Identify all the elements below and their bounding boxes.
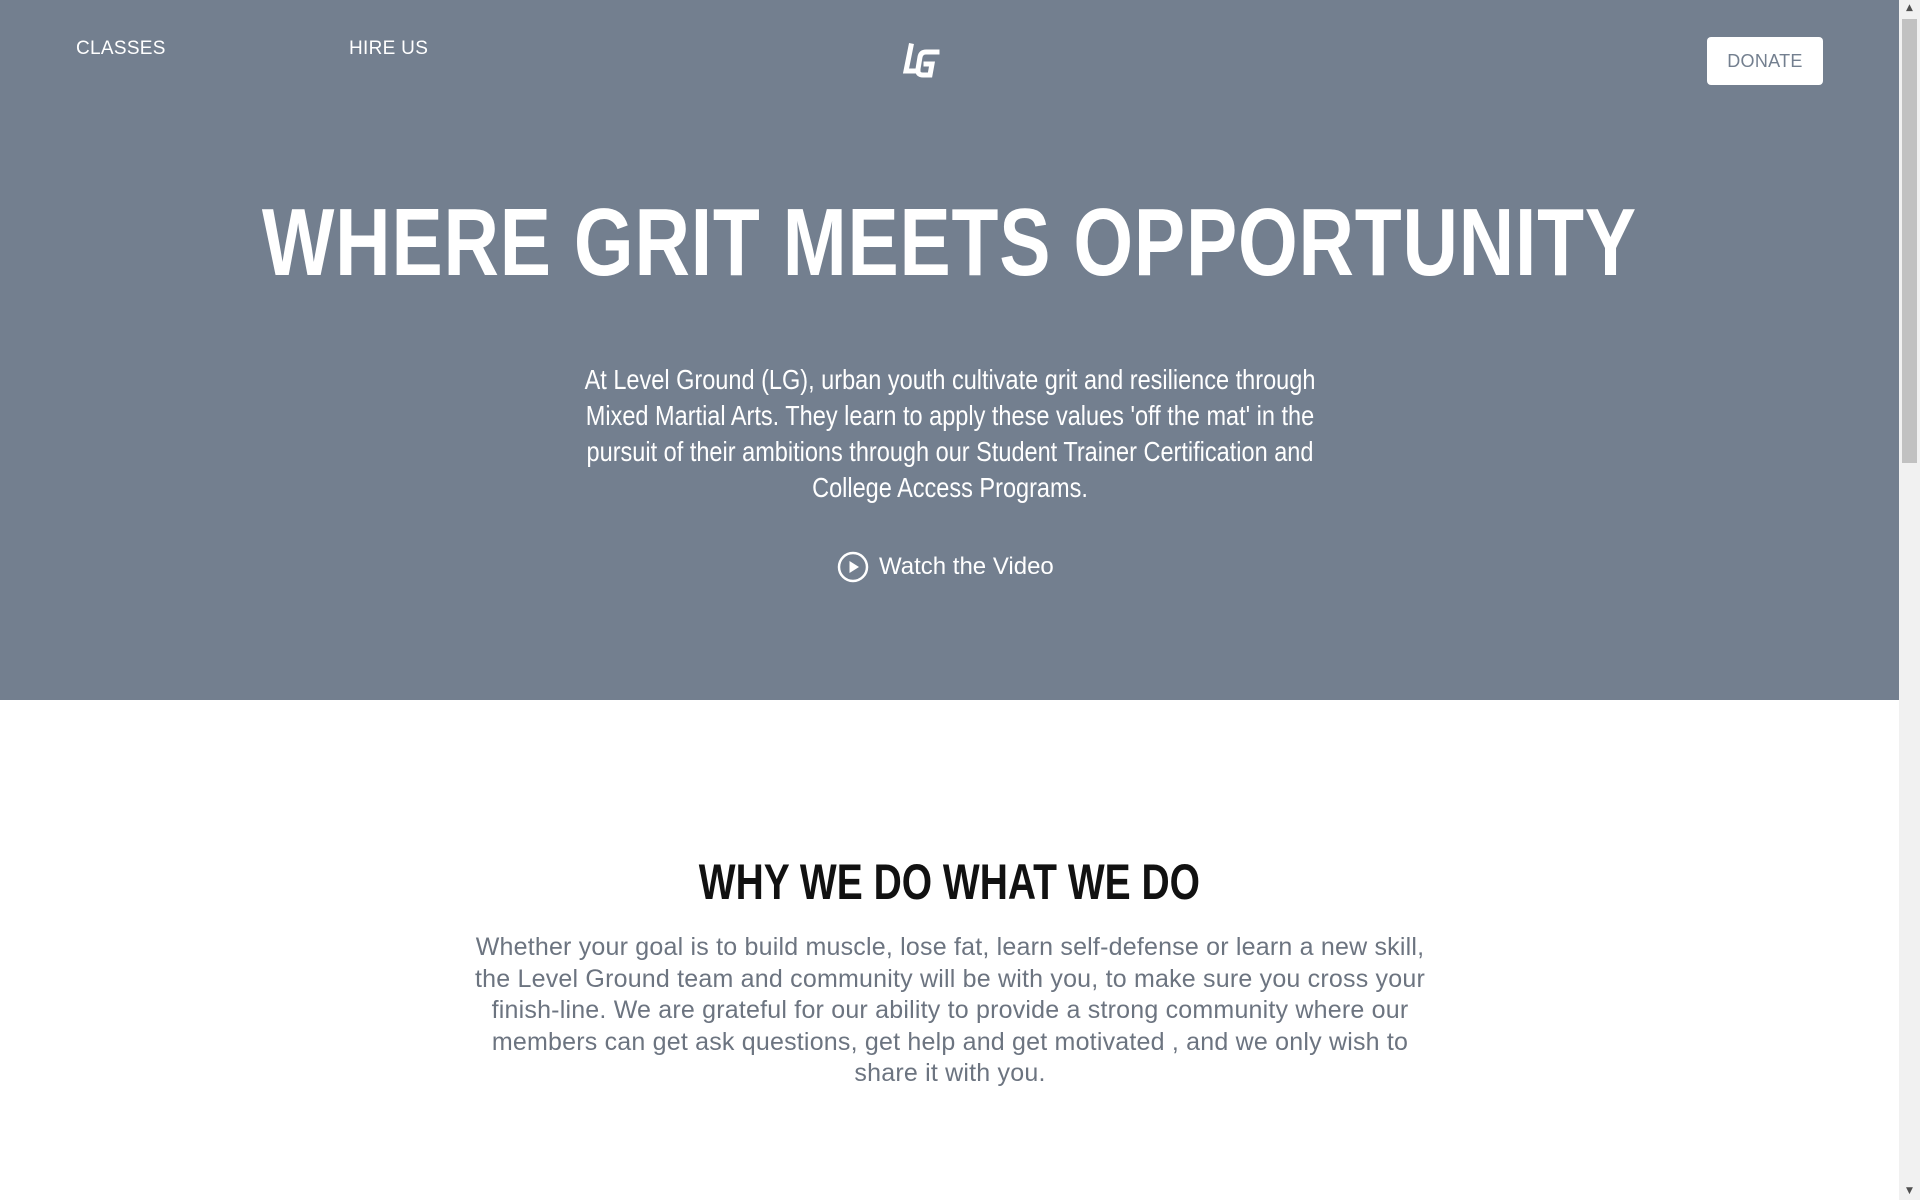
nav-classes-link[interactable]: CLASSES: [76, 38, 166, 60]
lg-logo-icon: [902, 43, 940, 78]
why-description: Whether your goal is to build muscle, lo…: [475, 933, 1425, 1087]
scroll-down-arrow-icon[interactable]: ▼: [1899, 1183, 1920, 1200]
scrollbar-thumb[interactable]: [1902, 19, 1917, 463]
hero-title: WHERE GRIT MEETS OPPORTUNITY: [261, 189, 1637, 296]
why-title: WHY WE DO WHAT WE DO: [698, 854, 1200, 910]
scroll-up-arrow-icon[interactable]: ▲: [1899, 0, 1920, 17]
play-circle-icon: [837, 551, 869, 583]
donate-button[interactable]: DONATE: [1707, 37, 1823, 85]
logo[interactable]: [901, 42, 943, 82]
page: CLASSES HIRE US DONATE WHERE GRIT MEETS …: [0, 0, 1920, 1200]
watch-video-button[interactable]: Watch the Video: [837, 548, 1054, 586]
hero-description: At Level Ground (LG), urban youth cultiv…: [584, 364, 1316, 503]
vertical-scrollbar[interactable]: ▲ ▼: [1899, 0, 1920, 1200]
hero-section: CLASSES HIRE US DONATE WHERE GRIT MEETS …: [0, 0, 1899, 700]
watch-video-label: Watch the Video: [879, 553, 1054, 580]
nav-hire-us-link[interactable]: HIRE US: [349, 38, 428, 60]
